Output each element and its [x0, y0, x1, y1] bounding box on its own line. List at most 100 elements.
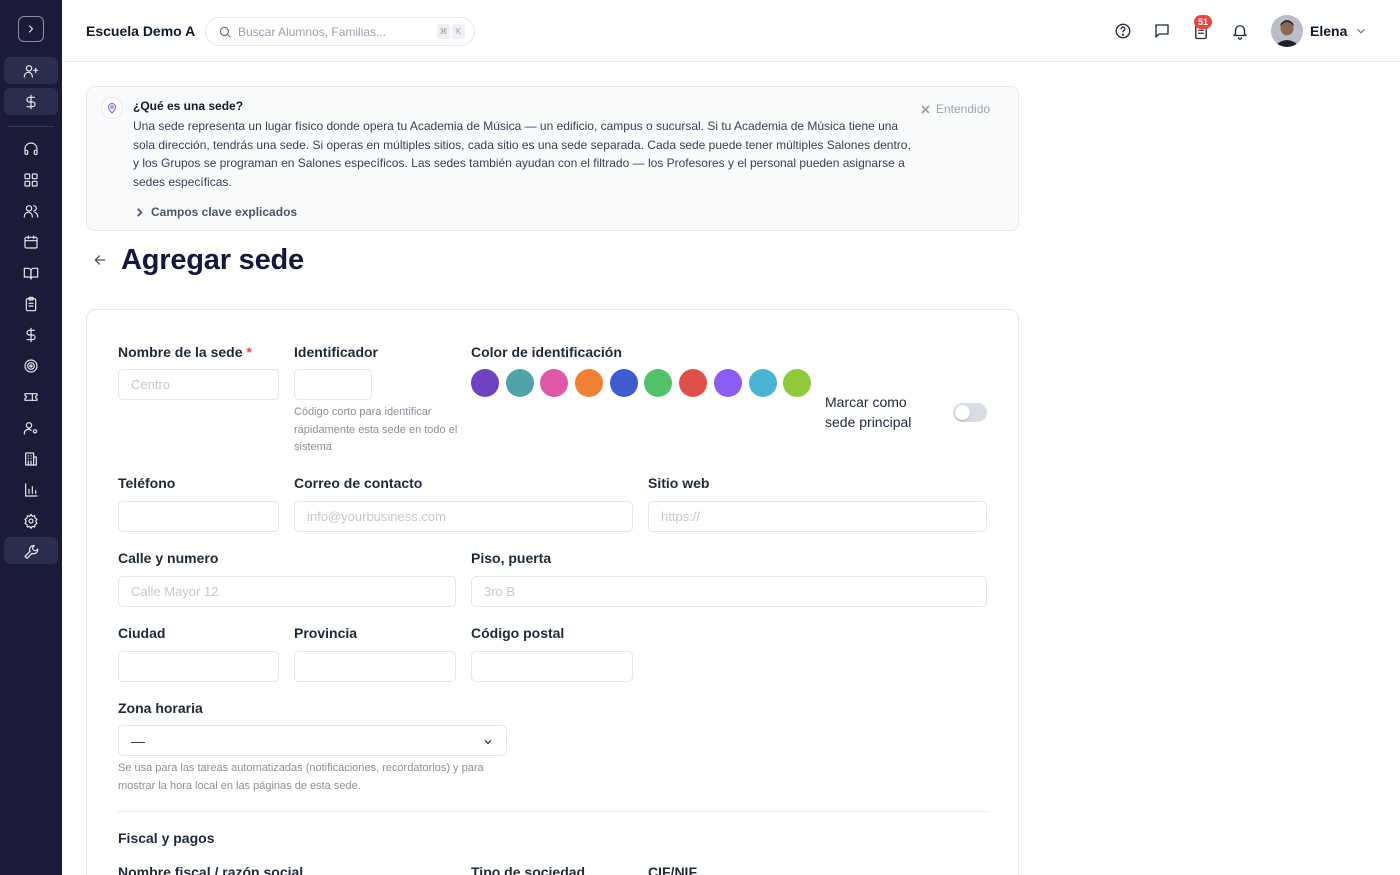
company-type-label: Tipo de sociedad	[471, 864, 586, 875]
gear-icon	[24, 513, 38, 529]
banner-dismiss-button[interactable]: Entendido	[921, 102, 990, 116]
sidebar-item-goals[interactable]	[4, 352, 58, 379]
school-name[interactable]: Escuela Demo A	[86, 23, 195, 39]
color-swatches	[471, 369, 812, 397]
timezone-value: —	[131, 733, 145, 749]
close-icon	[921, 104, 930, 114]
key-fields-label: Campos clave explicados	[151, 205, 298, 219]
sidebar-item-staff[interactable]	[4, 414, 58, 441]
identifier-hint: Código corto para identificar rápidament…	[294, 406, 458, 453]
sidebar-item-support[interactable]	[4, 135, 58, 162]
building-icon	[25, 451, 37, 466]
notifications-button[interactable]	[1229, 20, 1251, 42]
color-swatch-8[interactable]	[713, 369, 742, 397]
arrow-left-icon	[94, 255, 106, 265]
email-label: Correo de contacto	[294, 475, 423, 491]
email-input[interactable]	[294, 501, 633, 532]
color-swatch-7[interactable]	[679, 369, 708, 397]
phone-input[interactable]	[118, 501, 279, 532]
sidebar-item-courses[interactable]	[4, 259, 58, 286]
sidebar	[0, 0, 62, 875]
book-open-icon	[23, 267, 39, 280]
color-swatch-2[interactable]	[505, 369, 534, 397]
color-swatch-1[interactable]	[471, 369, 499, 397]
sidebar-toggle-button[interactable]	[18, 16, 44, 42]
name-input[interactable]	[118, 369, 279, 400]
name-label-text: Nombre de la sede	[118, 344, 243, 360]
color-swatch-4[interactable]	[575, 369, 604, 397]
identifier-input[interactable]	[294, 369, 372, 400]
website-input[interactable]	[648, 501, 987, 532]
banner-text: Una sede representa un lugar físico dond…	[133, 119, 911, 190]
sidebar-item-tickets[interactable]	[4, 383, 58, 410]
fiscal-name-label: Nombre fiscal / razón social	[118, 864, 304, 875]
top-header: Escuela Demo A ⌘ K 51 Elena	[62, 0, 1400, 62]
color-swatch-9[interactable]	[748, 369, 777, 397]
sidebar-item-contacts[interactable]	[4, 197, 58, 224]
message-square-icon	[1155, 24, 1169, 38]
required-marker: *	[246, 344, 252, 360]
street-input[interactable]	[118, 576, 456, 607]
sidebar-item-calendar[interactable]	[4, 228, 58, 255]
sidebar-item-dashboard[interactable]	[4, 166, 58, 193]
banner-title: ¿Qué es una sede?	[133, 99, 244, 113]
bell-icon	[1233, 25, 1247, 40]
ticket-icon	[24, 392, 38, 401]
color-swatch-3[interactable]	[540, 369, 569, 397]
city-input[interactable]	[118, 651, 279, 682]
phone-label: Teléfono	[118, 475, 176, 491]
back-button[interactable]	[92, 252, 110, 270]
clipboard-list-icon	[25, 296, 37, 311]
identifier-label: Identificador	[294, 344, 379, 360]
user-name[interactable]: Elena	[1310, 23, 1347, 39]
color-label: Color de identificación	[471, 344, 622, 360]
shortcut-key-k: K	[452, 24, 465, 39]
postal-code-input[interactable]	[471, 651, 633, 682]
sidebar-divider	[8, 126, 54, 127]
help-button[interactable]	[1112, 20, 1134, 42]
chevron-down-icon	[1357, 28, 1365, 34]
key-fields-expander[interactable]: Campos clave explicados	[135, 205, 297, 219]
sidebar-item-reports[interactable]	[4, 476, 58, 503]
timezone-label: Zona horaria	[118, 700, 203, 716]
color-swatch-5[interactable]	[609, 369, 638, 397]
sidebar-item-tools[interactable]	[4, 537, 58, 564]
search-input[interactable]	[238, 23, 428, 41]
sidebar-item-billing[interactable]	[4, 321, 58, 348]
search-box[interactable]: ⌘ K	[205, 17, 475, 46]
user-menu-toggle[interactable]	[1354, 24, 1368, 38]
primary-location-toggle[interactable]	[953, 403, 987, 422]
calendar-icon	[24, 234, 38, 249]
shortcut-key-cmd: ⌘	[437, 24, 450, 39]
sidebar-item-locations[interactable]	[4, 445, 58, 472]
province-input[interactable]	[294, 651, 456, 682]
sidebar-item-settings[interactable]	[4, 507, 58, 534]
name-label: Nombre de la sede *	[118, 344, 252, 360]
floor-label: Piso, puerta	[471, 550, 552, 566]
section-divider	[118, 811, 987, 812]
primary-location-label: Marcar como sede principal	[825, 394, 912, 430]
sidebar-item-attendance[interactable]	[4, 290, 58, 317]
bar-chart-icon	[25, 482, 38, 497]
chevron-down-icon	[482, 735, 494, 747]
user-avatar[interactable]	[1271, 15, 1303, 47]
users-icon	[23, 204, 39, 218]
tasks-count-badge: 51	[1194, 15, 1212, 29]
province-label: Provincia	[294, 625, 358, 641]
messages-button[interactable]	[1151, 20, 1173, 42]
sidebar-item-add-user[interactable]	[4, 57, 58, 84]
toggle-knob	[955, 405, 970, 420]
timezone-hint: Se usa para las tareas automatizadas (no…	[118, 762, 484, 792]
floor-input[interactable]	[471, 576, 987, 607]
color-swatch-10[interactable]	[783, 369, 812, 397]
sidebar-item-payments[interactable]	[4, 88, 58, 115]
grid-icon	[24, 172, 38, 187]
dollar-icon	[26, 327, 36, 342]
timezone-select[interactable]: —	[118, 725, 507, 756]
location-pin-icon	[101, 97, 123, 119]
search-icon	[219, 26, 231, 38]
street-label: Calle y numero	[118, 550, 219, 566]
chevron-right-icon	[137, 207, 143, 217]
color-swatch-6[interactable]	[644, 369, 673, 397]
chevron-right-icon	[28, 25, 34, 33]
